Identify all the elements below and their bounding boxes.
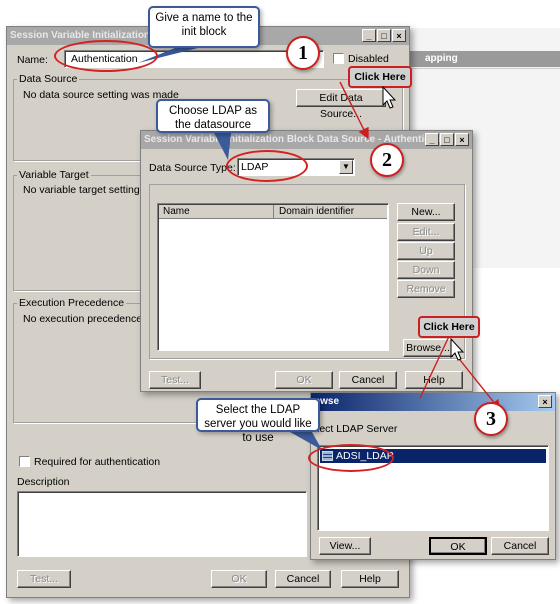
highlight-ldap-select — [226, 150, 308, 182]
click-here-badge: Click Here — [348, 66, 412, 88]
callout3-pointer — [290, 432, 322, 450]
arrow-to-ds-dialog — [339, 81, 369, 140]
highlight-name-input — [54, 40, 158, 72]
callout-select-server: Select the LDAP server you would like to… — [196, 398, 320, 444]
cursor-icon — [450, 338, 465, 361]
step-2-badge: 2 — [370, 143, 404, 177]
arrow-to-browse-dialog — [419, 329, 453, 399]
highlight-adsi-ldap — [308, 444, 394, 472]
callout-choose-ldap: Choose LDAP as the datasource — [156, 99, 270, 133]
step-1-badge: 1 — [286, 36, 320, 70]
callout-name-block: Give a name to the init block — [148, 6, 260, 48]
step-3-badge: 3 — [474, 402, 508, 436]
click-here-badge: Click Here — [418, 316, 480, 338]
cursor-icon — [382, 86, 397, 109]
annotation-lines — [138, 48, 501, 450]
